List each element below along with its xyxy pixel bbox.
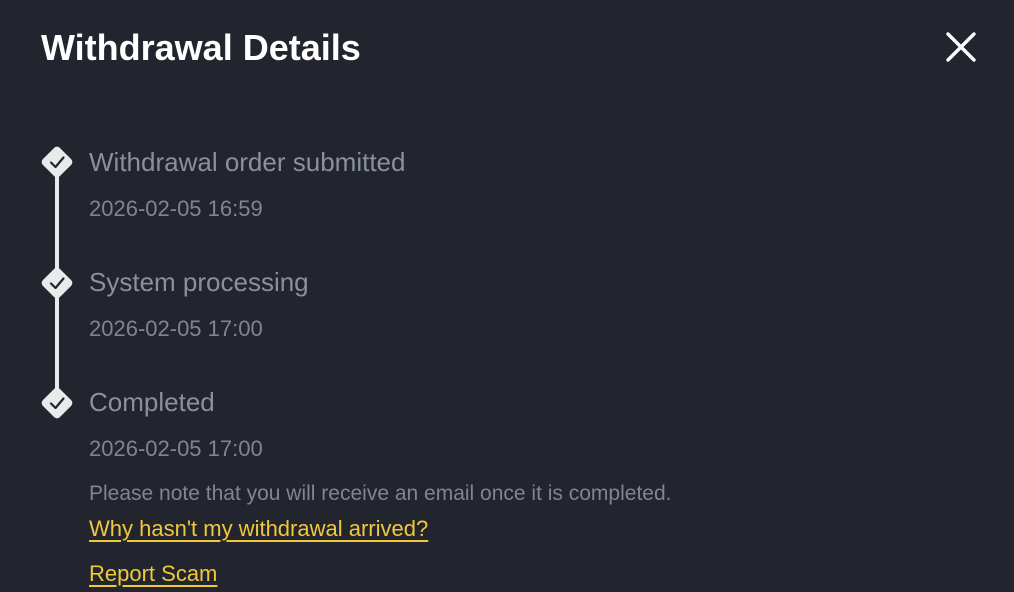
completion-note: Please note that you will receive an ema… (89, 482, 672, 505)
check-icon (41, 387, 73, 419)
step-3-title: Completed (89, 387, 215, 417)
close-button[interactable] (939, 25, 983, 69)
check-icon (41, 267, 73, 299)
step-3-marker (36, 382, 78, 424)
page-title: Withdrawal Details (41, 27, 361, 68)
step-1-title: Withdrawal order submitted (89, 147, 406, 177)
step-2-time: 2026-02-05 17:00 (89, 316, 263, 341)
step-1-time: 2026-02-05 16:59 (89, 196, 263, 221)
step-2-marker (36, 262, 78, 304)
step-3-time: 2026-02-05 17:00 (89, 436, 263, 461)
check-icon (41, 146, 73, 178)
close-icon (946, 32, 976, 62)
step-2-title: System processing (89, 267, 309, 297)
withdrawal-details-panel: Withdrawal Details Withdrawal order subm… (0, 0, 1014, 592)
step-1-marker (36, 141, 78, 183)
why-not-arrived-link[interactable]: Why hasn't my withdrawal arrived? (89, 515, 428, 543)
report-scam-link[interactable]: Report Scam (89, 560, 217, 588)
